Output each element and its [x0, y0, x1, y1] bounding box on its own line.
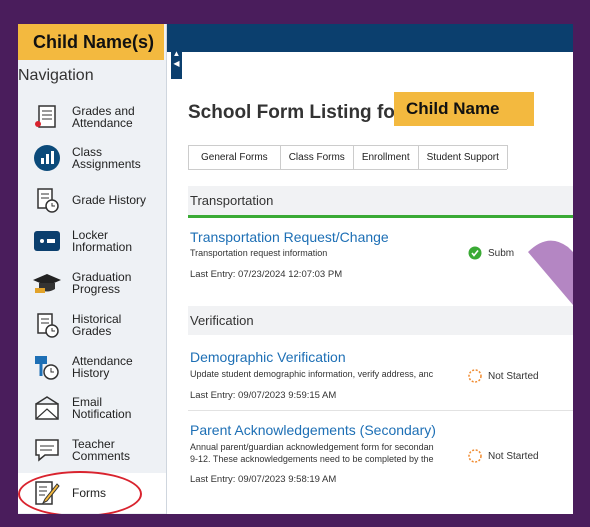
sidebar-item-label: Class Assignments: [72, 145, 141, 171]
sidebar-item-label: Locker Information: [72, 228, 133, 254]
tab-general-forms[interactable]: General Forms: [188, 145, 281, 169]
historical-grades-icon: [32, 310, 62, 340]
app-window: Child Name(s) Navigation Grades and Atte…: [18, 24, 573, 514]
section-header: Verification: [188, 306, 573, 335]
form-description: Transportation request information: [190, 248, 328, 258]
status-text: Subm: [488, 247, 515, 259]
form-description: 9-12. These acknowledgements need to be …: [190, 454, 434, 464]
email-icon: [32, 393, 62, 423]
status-text: Not Started: [488, 450, 539, 462]
attendance-history-icon: [32, 352, 62, 382]
sidebar-item-graduation[interactable]: Graduation Progress: [18, 263, 166, 303]
form-link[interactable]: Transportation Request/Change: [190, 229, 389, 245]
locker-icon: [32, 226, 62, 256]
sidebar: Child Name(s) Navigation Grades and Atte…: [18, 24, 167, 514]
check-circle-icon: [468, 246, 482, 260]
tab-student-support[interactable]: Student Support: [417, 145, 508, 169]
sidebar-item-label: Attendance History: [72, 354, 133, 380]
checkmark-overlay-icon: [528, 240, 573, 305]
status-badge: Not Started: [468, 449, 539, 463]
sidebar-item-teacher-comments[interactable]: Teacher Comments: [18, 430, 166, 470]
sidebar-item-grades[interactable]: Grades and Attendance: [18, 97, 166, 137]
main-content: School Form Listing for Child Name Gener…: [168, 52, 573, 514]
last-entry: Last Entry: 09/07/2023 9:58:19 AM: [190, 474, 337, 485]
tab-bar: General Forms Class Forms Enrollment Stu…: [188, 145, 508, 170]
page-title: School Form Listing for: [188, 102, 403, 123]
last-entry: Last Entry: 09/07/2023 9:59:15 AM: [190, 390, 337, 401]
sidebar-item-label: Grade History: [72, 193, 147, 207]
sidebar-item-historical-grades[interactable]: Historical Grades: [18, 305, 166, 345]
not-started-icon: [468, 449, 482, 463]
class-assignments-icon: [32, 143, 62, 173]
navigation-heading: Navigation: [18, 67, 94, 84]
status-badge: Not Started: [468, 369, 539, 383]
child-name-badge: Child Name(s): [18, 24, 164, 60]
highlight-circle: [18, 471, 142, 514]
form-link[interactable]: Parent Acknowledgements (Secondary): [190, 422, 436, 438]
status-text: Not Started: [488, 370, 539, 382]
tab-class-forms[interactable]: Class Forms: [279, 145, 354, 169]
sidebar-item-grade-history[interactable]: Grade History: [18, 180, 166, 220]
sidebar-item-email[interactable]: Email Notification: [18, 388, 166, 428]
last-entry: Last Entry: 07/23/2024 12:07:03 PM: [190, 269, 343, 280]
tab-enrollment[interactable]: Enrollment: [352, 145, 419, 169]
sidebar-item-label: Email Notification: [72, 395, 132, 421]
sidebar-item-label: Graduation Progress: [72, 270, 132, 296]
grade-history-icon: [32, 185, 62, 215]
sidebar-item-label: Grades and Attendance: [72, 104, 135, 130]
status-badge: Subm: [468, 246, 514, 260]
sidebar-item-label: Teacher Comments: [72, 437, 131, 463]
graduation-icon: [32, 268, 62, 298]
top-bar: [166, 24, 573, 52]
comments-icon: [32, 435, 62, 465]
not-started-icon: [468, 369, 482, 383]
sidebar-item-label: Historical Grades: [72, 312, 122, 338]
section-header: Transportation: [188, 186, 573, 218]
grades-icon: [32, 102, 62, 132]
child-name-chip: Child Name: [394, 92, 534, 126]
form-description: Update student demographic information, …: [190, 369, 434, 379]
form-link[interactable]: Demographic Verification: [190, 349, 346, 365]
form-description: Annual parent/guardian acknowledgement f…: [190, 442, 434, 452]
sidebar-item-attendance-history[interactable]: Attendance History: [18, 347, 166, 387]
sidebar-item-class-assignments[interactable]: Class Assignments: [18, 138, 166, 178]
divider: [188, 410, 573, 411]
sidebar-item-locker[interactable]: Locker Information: [18, 221, 166, 261]
